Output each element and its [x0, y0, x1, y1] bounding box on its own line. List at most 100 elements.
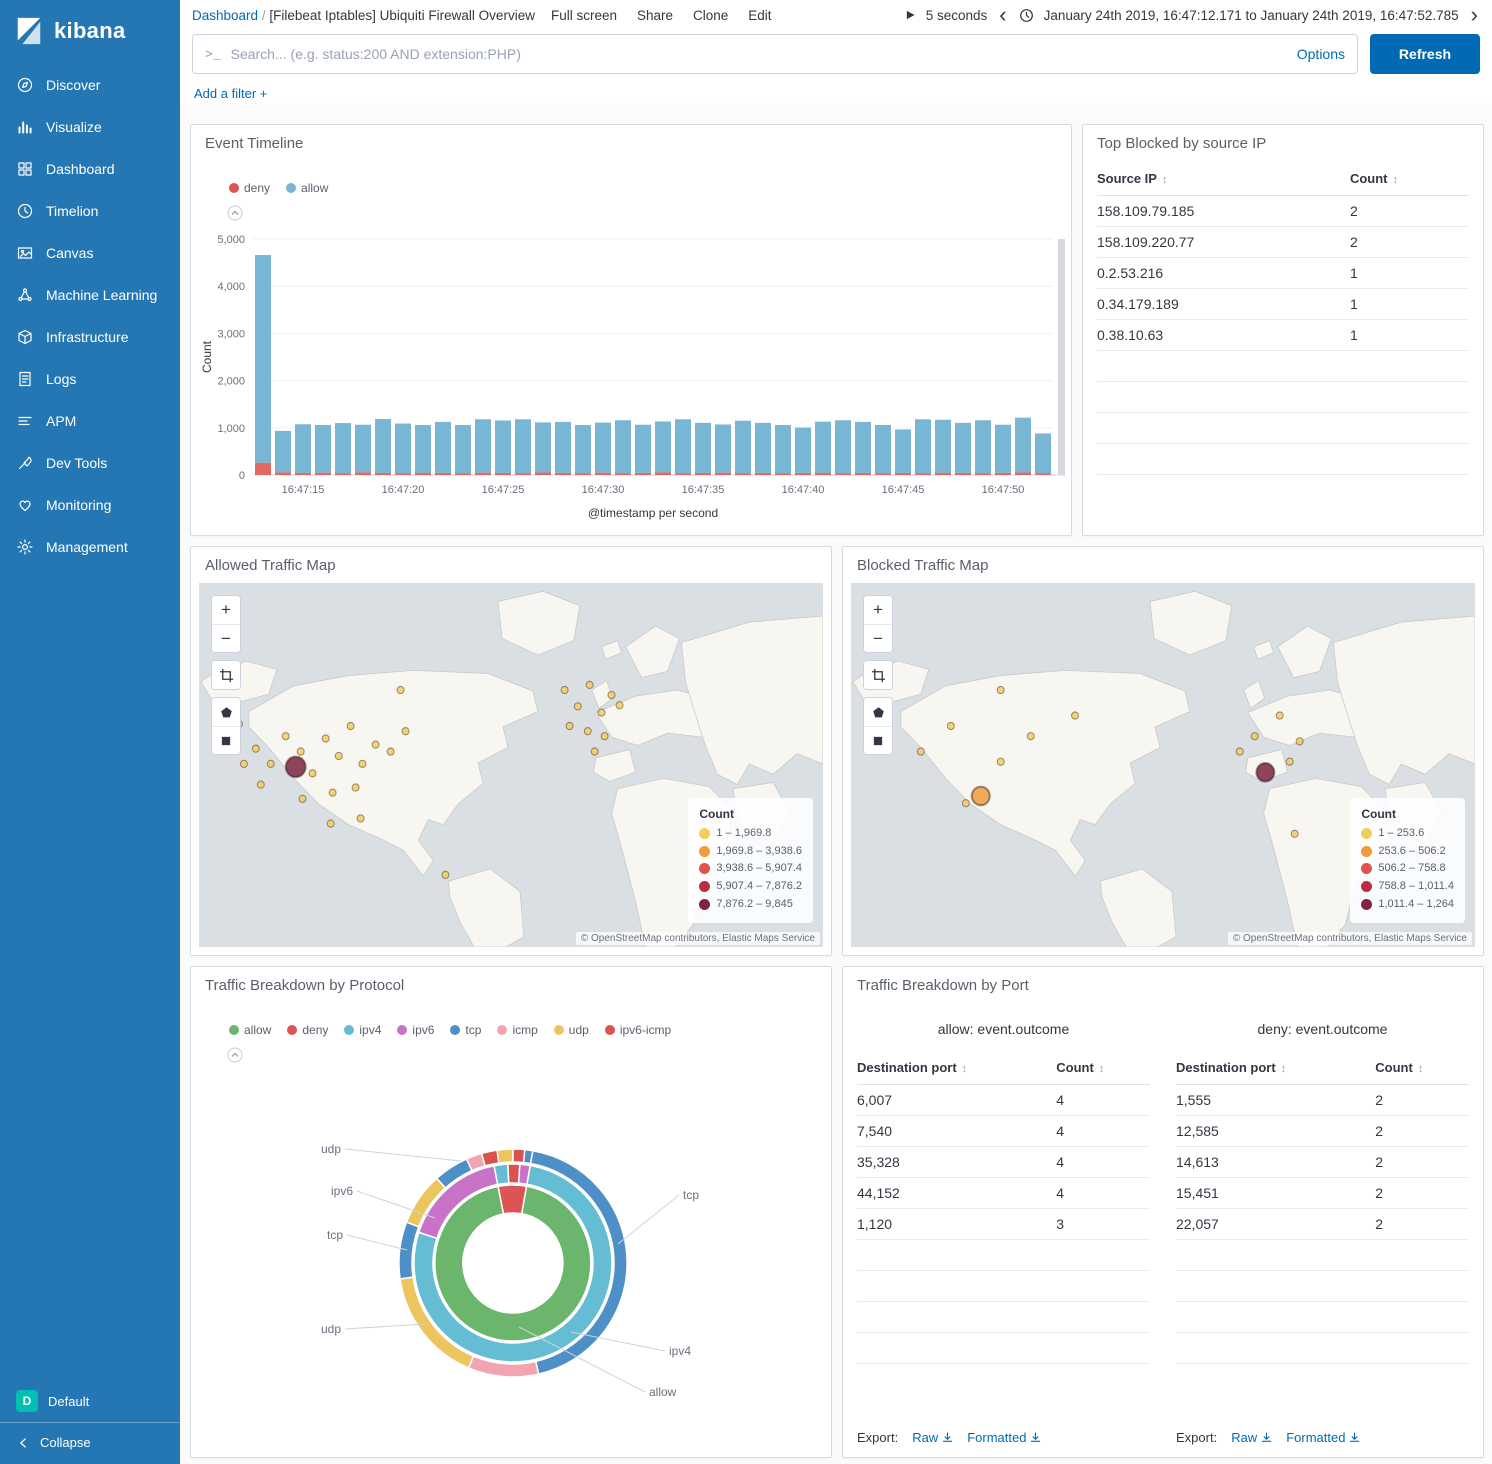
- map-point[interactable]: [917, 748, 924, 755]
- menu-share[interactable]: Share: [637, 8, 673, 23]
- map-point[interactable]: [1256, 763, 1274, 782]
- map-point[interactable]: [397, 686, 404, 693]
- time-back-chevron-icon[interactable]: ‹: [997, 4, 1008, 26]
- sidebar-item-management[interactable]: Management: [0, 526, 180, 568]
- sidebar-item-dashboard[interactable]: Dashboard: [0, 148, 180, 190]
- map-point[interactable]: [608, 691, 615, 698]
- allowed-map-canvas[interactable]: +− Count1 – 1,969.81,969.8 – 3,938.63,93…: [199, 583, 823, 947]
- map-point[interactable]: [297, 748, 304, 755]
- table-row[interactable]: 1,1203: [857, 1209, 1150, 1240]
- map-point[interactable]: [286, 757, 306, 778]
- column-header-destination-port[interactable]: Destination port↕: [1176, 1051, 1375, 1085]
- map-point[interactable]: [347, 722, 354, 729]
- search-input[interactable]: [231, 46, 1287, 62]
- map-zoom-in-button[interactable]: +: [864, 596, 892, 624]
- table-row[interactable]: 158.109.79.1852: [1097, 196, 1469, 227]
- map-point[interactable]: [1276, 712, 1283, 719]
- table-row[interactable]: 35,3284: [857, 1147, 1150, 1178]
- legend-item-allow[interactable]: allow: [229, 1023, 271, 1037]
- column-header-source-ip[interactable]: Source IP↕: [1097, 162, 1350, 196]
- legend-item-udp[interactable]: udp: [554, 1023, 589, 1037]
- map-point[interactable]: [442, 871, 449, 878]
- query-options-link[interactable]: Options: [1297, 46, 1345, 62]
- map-point[interactable]: [598, 709, 605, 716]
- collapse-button[interactable]: Collapse: [0, 1422, 180, 1464]
- map-point[interactable]: [322, 735, 329, 742]
- play-refresh-icon[interactable]: [905, 9, 916, 21]
- table-row[interactable]: 0.38.10.631: [1097, 320, 1469, 351]
- map-point[interactable]: [586, 681, 593, 688]
- map-draw-polygon-button[interactable]: [212, 698, 240, 726]
- blocked-map-canvas[interactable]: +− Count1 – 253.6253.6 – 506.2506.2 – 75…: [851, 583, 1475, 947]
- map-point[interactable]: [1296, 738, 1303, 745]
- table-row[interactable]: 6,0074: [857, 1085, 1150, 1116]
- map-point[interactable]: [252, 745, 259, 752]
- map-point[interactable]: [267, 760, 274, 767]
- sunburst-segment-udp[interactable]: [497, 1149, 513, 1163]
- sidebar-item-logs[interactable]: Logs: [0, 358, 180, 400]
- map-point[interactable]: [947, 722, 954, 729]
- export-formatted-link[interactable]: Formatted: [967, 1430, 1041, 1445]
- map-point[interactable]: [616, 702, 623, 709]
- table-row[interactable]: 1,5552: [1176, 1085, 1469, 1116]
- export-formatted-link[interactable]: Formatted: [1286, 1430, 1360, 1445]
- menu-clone[interactable]: Clone: [693, 8, 728, 23]
- map-point[interactable]: [359, 760, 366, 767]
- sidebar-item-dev-tools[interactable]: Dev Tools: [0, 442, 180, 484]
- table-row[interactable]: 14,6132: [1176, 1147, 1469, 1178]
- table-row[interactable]: 0.2.53.2161: [1097, 258, 1469, 289]
- map-point[interactable]: [299, 795, 306, 802]
- map-point[interactable]: [1071, 712, 1078, 719]
- map-point[interactable]: [372, 741, 379, 748]
- refresh-interval-label[interactable]: 5 seconds: [926, 8, 988, 23]
- sidebar-item-visualize[interactable]: Visualize: [0, 106, 180, 148]
- table-row[interactable]: 12,5852: [1176, 1116, 1469, 1147]
- space-switcher[interactable]: D Default: [0, 1380, 180, 1422]
- sidebar-item-infrastructure[interactable]: Infrastructure: [0, 316, 180, 358]
- map-point[interactable]: [240, 760, 247, 767]
- kibana-logo[interactable]: kibana: [0, 0, 180, 64]
- map-point[interactable]: [566, 722, 573, 729]
- map-point[interactable]: [1286, 758, 1293, 765]
- map-point[interactable]: [329, 789, 336, 796]
- column-header-destination-port[interactable]: Destination port↕: [857, 1051, 1056, 1085]
- map-zoom-out-button[interactable]: −: [864, 624, 892, 652]
- sunburst-segment-tcp[interactable]: [524, 1150, 533, 1164]
- table-row[interactable]: 22,0572: [1176, 1209, 1469, 1240]
- map-point[interactable]: [561, 686, 568, 693]
- map-draw-rectangle-button[interactable]: [864, 726, 892, 754]
- sunburst-segment-ipv6-icmp[interactable]: [482, 1150, 499, 1166]
- protocol-sunburst-chart[interactable]: udpipv6tcpudptcpipv4allow: [191, 1067, 833, 1447]
- table-row[interactable]: 44,1524: [857, 1178, 1150, 1209]
- map-point[interactable]: [1251, 733, 1258, 740]
- event-timeline-chart[interactable]: 01,0002,0003,0004,0005,00016:47:1516:47:…: [199, 225, 1065, 525]
- sidebar-item-apm[interactable]: APM: [0, 400, 180, 442]
- sidebar-item-discover[interactable]: Discover: [0, 64, 180, 106]
- legend-item-tcp[interactable]: tcp: [450, 1023, 481, 1037]
- map-point[interactable]: [1236, 748, 1243, 755]
- sidebar-item-monitoring[interactable]: Monitoring: [0, 484, 180, 526]
- legend-item-allow[interactable]: allow: [286, 181, 328, 195]
- map-point[interactable]: [997, 686, 1004, 693]
- export-raw-link[interactable]: Raw: [1231, 1430, 1272, 1445]
- sunburst-segment-deny[interactable]: [498, 1185, 526, 1214]
- map-point[interactable]: [335, 752, 342, 759]
- menu-full-screen[interactable]: Full screen: [551, 8, 617, 23]
- table-row[interactable]: 158.109.220.772: [1097, 227, 1469, 258]
- sidebar-item-timelion[interactable]: Timelion: [0, 190, 180, 232]
- legend-collapse-button[interactable]: [227, 1047, 243, 1066]
- map-draw-rectangle-button[interactable]: [212, 726, 240, 754]
- column-header-count[interactable]: Count↕: [1375, 1051, 1469, 1085]
- sidebar-item-machine-learning[interactable]: Machine Learning: [0, 274, 180, 316]
- map-point[interactable]: [584, 728, 591, 735]
- map-draw-polygon-button[interactable]: [864, 698, 892, 726]
- map-point[interactable]: [327, 820, 334, 827]
- breadcrumb-dashboard-link[interactable]: Dashboard: [192, 8, 258, 23]
- table-row[interactable]: 15,4512: [1176, 1178, 1469, 1209]
- map-point[interactable]: [1027, 733, 1034, 740]
- map-point[interactable]: [1291, 830, 1298, 837]
- legend-item-ipv6-icmp[interactable]: ipv6-icmp: [605, 1023, 671, 1037]
- column-header-count[interactable]: Count↕: [1056, 1051, 1150, 1085]
- map-zoom-out-button[interactable]: −: [212, 624, 240, 652]
- map-point[interactable]: [387, 748, 394, 755]
